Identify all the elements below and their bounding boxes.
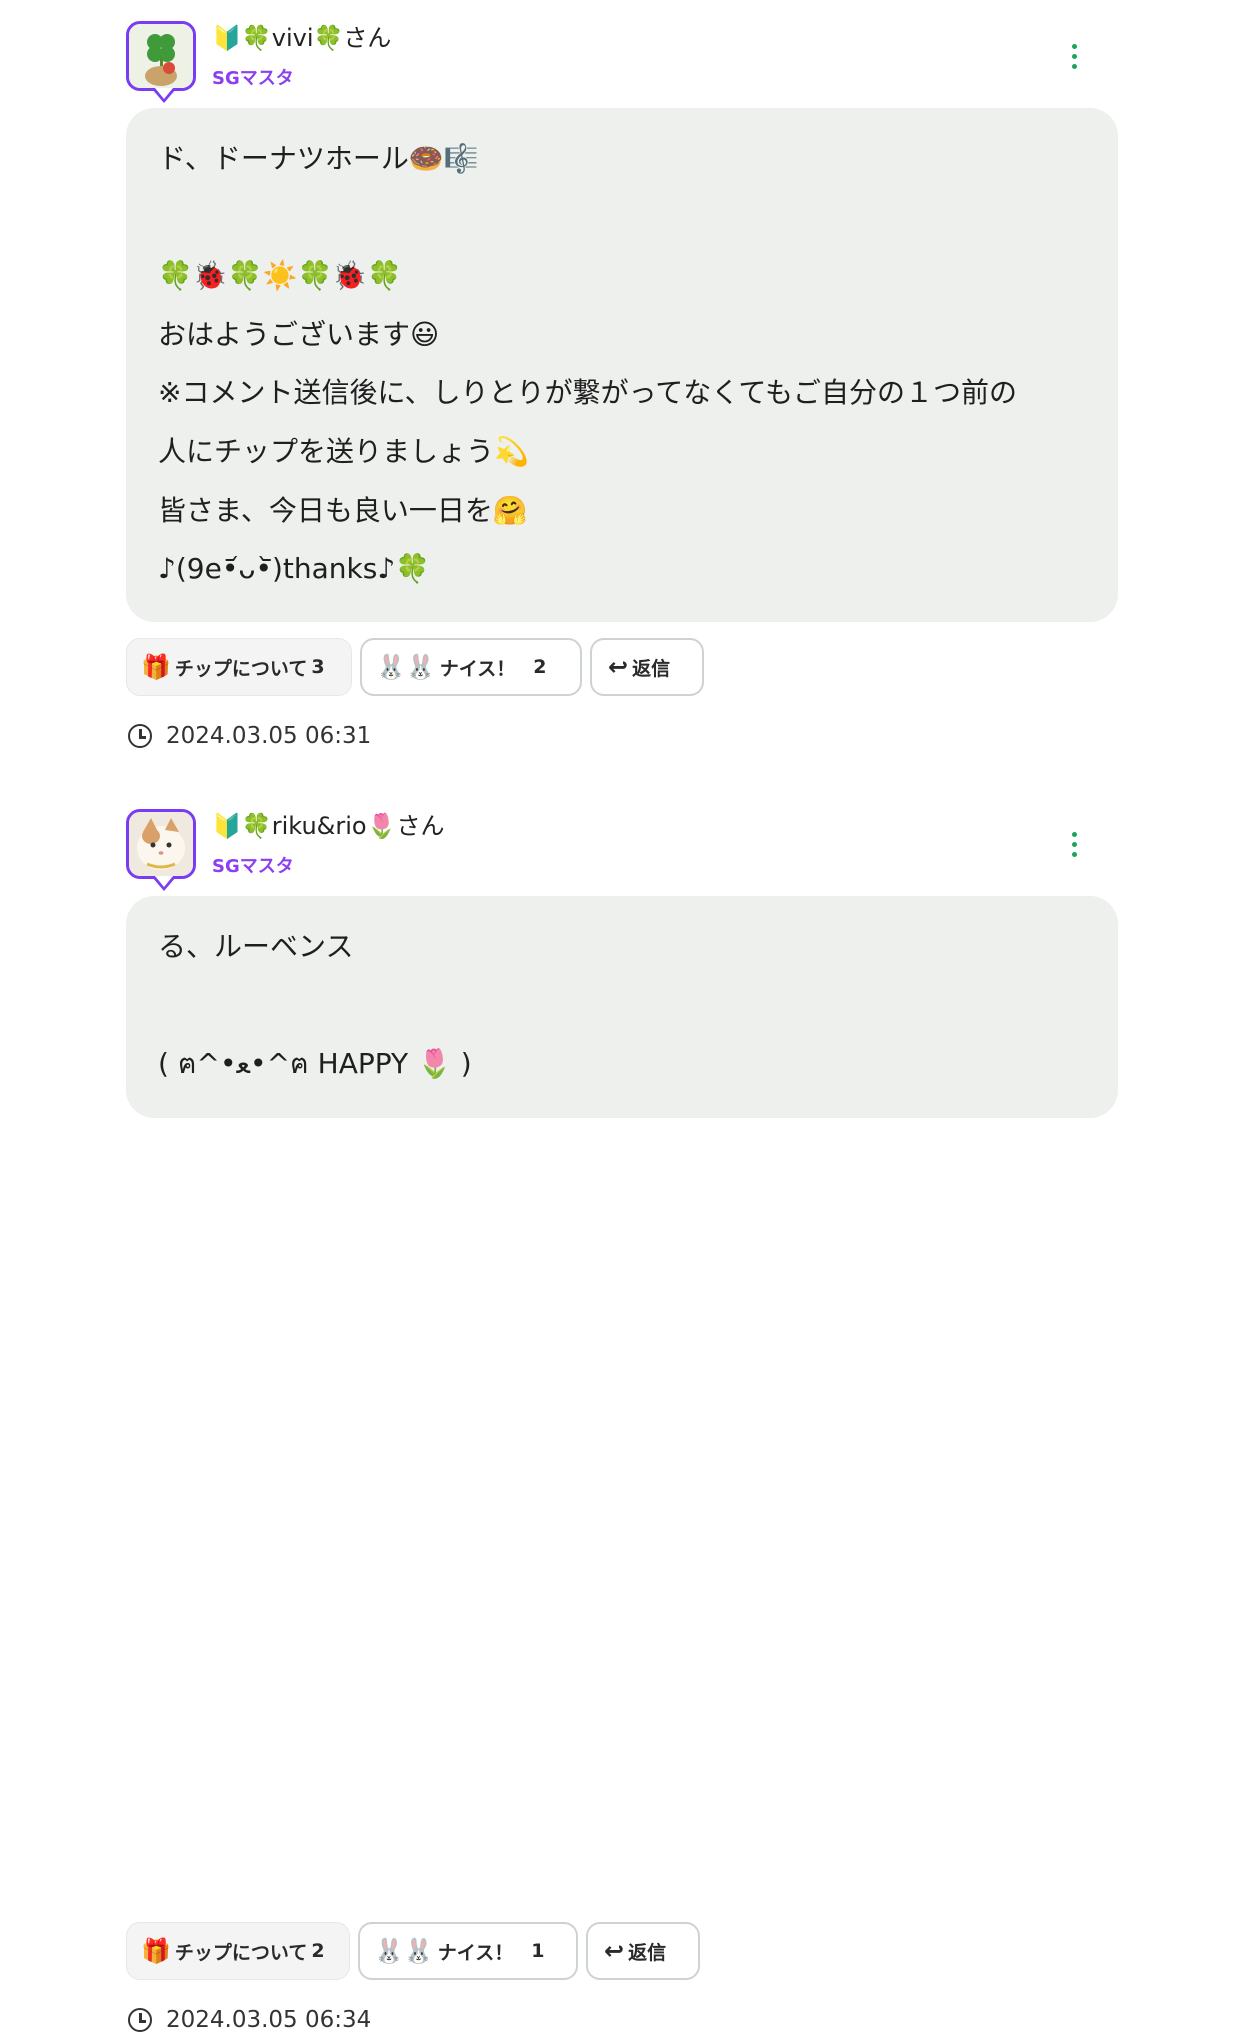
comment-line: [158, 189, 1086, 248]
action-bar: 🎁 チップについて 2 🐰🐰 ナイス！ 1 ↩ 返信: [126, 1922, 700, 1980]
comment-line: 皆さま、今日も良い一日を🤗: [158, 493, 528, 527]
timestamp: 2024.03.05 06:34: [128, 2007, 371, 2033]
more-options-icon[interactable]: [1060, 826, 1088, 862]
tip-count: 3: [311, 656, 325, 678]
tip-count: 2: [311, 1940, 325, 1962]
tip-label: チップについて: [174, 657, 308, 680]
reply-label: 返信: [632, 657, 671, 680]
avatar-pointer: [152, 876, 176, 891]
comment-bubble: ド、ドーナツホール🍩🎼 🍀🐞🍀☀️🍀🐞🍀 おはようございます😃 ※コメント送信後…: [126, 108, 1118, 622]
comment-line: る、ルーベンス: [158, 930, 354, 963]
avatar[interactable]: [126, 809, 196, 879]
avatar-pointer: [152, 88, 176, 103]
reply-label: 返信: [628, 1941, 667, 1964]
tip-button[interactable]: 🎁 チップについて 2: [126, 1922, 350, 1980]
comment-line: ※コメント送信後に、しりとりが繋がってなくてもご自分の１つ前の: [158, 376, 1017, 410]
gift-icon: 🎁: [141, 1937, 171, 1965]
nice-button[interactable]: 🐰🐰 ナイス！ 1: [358, 1922, 578, 1980]
tip-button[interactable]: 🎁 チップについて 3: [126, 638, 352, 696]
nice-label: ナイス！: [437, 1941, 514, 1964]
nice-label: ナイス！: [439, 657, 516, 680]
avatar[interactable]: [126, 21, 196, 91]
user-name[interactable]: 🔰🍀vivi🍀さん: [212, 22, 391, 54]
nice-count: 2: [533, 656, 547, 678]
gift-icon: 🎁: [141, 653, 171, 681]
rabbit-icon: 🐰🐰: [376, 653, 436, 681]
comment-bubble: る、ルーベンス ( ฅ^•ﻌ•^ฅ HAPPY 🌷 ): [126, 896, 1118, 1118]
clock-icon: [128, 2008, 152, 2032]
action-bar: 🎁 チップについて 3 🐰🐰 ナイス！ 2 ↩ 返信: [126, 638, 704, 696]
nice-count: 1: [531, 1940, 545, 1962]
comment-line: ♪(9e•᷄ᴗ•᷅)thanks♪🍀: [158, 552, 431, 586]
nice-button[interactable]: 🐰🐰 ナイス！ 2: [360, 638, 582, 696]
tip-label: チップについて: [174, 1941, 308, 1964]
user-role: SGマスタ: [212, 68, 294, 89]
clock-icon: [128, 724, 152, 748]
comment-line: 人にチップを送りましょう💫: [158, 434, 529, 468]
comment-line: ド、ドーナツホール🍩🎼: [158, 142, 479, 175]
comment-line: ( ฅ^•ﻌ•^ฅ HAPPY 🌷 ): [158, 1047, 472, 1081]
rabbit-icon: 🐰🐰: [374, 1937, 434, 1965]
reply-arrow-icon: ↩: [608, 653, 629, 681]
timestamp-text: 2024.03.05 06:31: [166, 723, 372, 749]
user-role: SGマスタ: [212, 856, 294, 877]
user-name[interactable]: 🔰🍀riku&rio🌷さん: [212, 810, 445, 842]
comment-line: 🍀🐞🍀☀️🍀🐞🍀: [158, 259, 403, 293]
timestamp: 2024.03.05 06:31: [128, 723, 371, 749]
reply-button[interactable]: ↩ 返信: [590, 638, 704, 696]
comment-line: [158, 977, 1086, 1036]
reply-arrow-icon: ↩: [604, 1937, 625, 1965]
comment-line: おはようございます😃: [158, 317, 440, 351]
more-options-icon[interactable]: [1060, 38, 1088, 74]
timestamp-text: 2024.03.05 06:34: [166, 2007, 372, 2033]
reply-button[interactable]: ↩ 返信: [586, 1922, 700, 1980]
